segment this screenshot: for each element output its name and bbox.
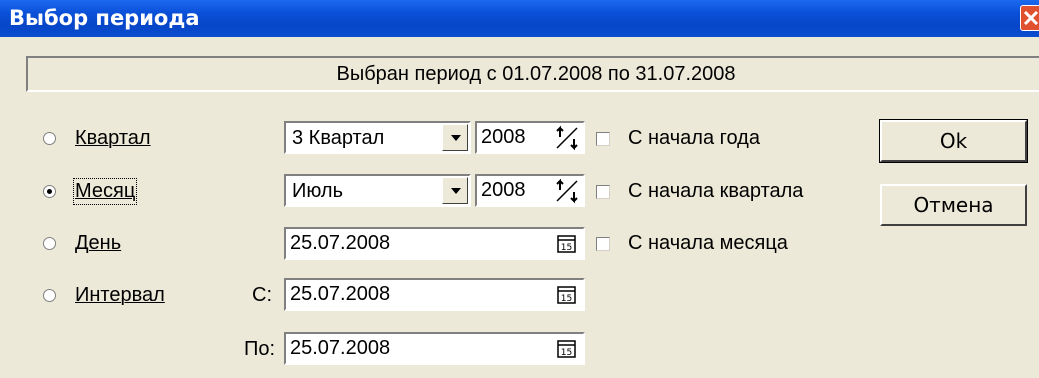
day-date-value: 25.07.2008 (290, 232, 391, 254)
close-button[interactable] (1020, 5, 1039, 31)
radio-interval-label: Интервал (75, 284, 165, 306)
spin-icon[interactable] (554, 125, 580, 151)
radio-day-circle[interactable] (43, 237, 56, 250)
window-title: Выбор периода (9, 6, 200, 30)
svg-text:15: 15 (561, 243, 572, 253)
chevron-down-icon (451, 188, 461, 194)
close-icon (1023, 11, 1039, 25)
radio-quarter-circle[interactable] (43, 132, 56, 145)
radio-day-label: День (75, 232, 122, 254)
month-year-value: 2008 (481, 179, 526, 201)
svg-text:15: 15 (561, 348, 572, 358)
quarter-year-value: 2008 (481, 126, 526, 148)
radio-month-circle[interactable] (43, 185, 56, 198)
calendar-icon[interactable]: 15 (557, 339, 577, 359)
radio-interval-circle[interactable] (43, 289, 56, 302)
svg-text:15: 15 (561, 294, 572, 304)
checkbox-from-year-start[interactable] (596, 132, 610, 146)
interval-to-field[interactable]: 25.07.2008 15 (284, 332, 585, 365)
interval-from-value: 25.07.2008 (290, 283, 391, 305)
checkbox-from-quarter-start[interactable] (596, 185, 610, 199)
month-dropdown-button[interactable] (442, 177, 468, 204)
interval-from-field[interactable]: 25.07.2008 15 (284, 278, 585, 311)
spin-icon[interactable] (554, 178, 580, 204)
chevron-down-icon (451, 135, 461, 141)
checkbox-from-quarter-start-label: С начала квартала (628, 180, 804, 202)
ok-button[interactable]: Ok (879, 119, 1028, 163)
checkbox-from-month-start[interactable] (596, 237, 610, 251)
quarter-select-value: 3 Квартал (292, 127, 385, 149)
title-bar: Выбор периода (0, 0, 1039, 37)
radio-quarter-label: Квартал (75, 127, 151, 149)
calendar-icon[interactable]: 15 (557, 234, 577, 254)
day-date-field[interactable]: 25.07.2008 15 (284, 227, 585, 260)
interval-to-label: По: (244, 338, 276, 360)
interval-to-value: 25.07.2008 (290, 337, 391, 359)
checkbox-from-year-start-label: С начала года (628, 127, 760, 149)
month-select[interactable]: Июль (284, 174, 471, 207)
quarter-select[interactable]: 3 Квартал (284, 121, 471, 154)
month-select-value: Июль (292, 180, 344, 202)
quarter-year-spinner[interactable]: 2008 (475, 121, 585, 154)
cancel-button[interactable]: Отмена (880, 184, 1027, 226)
selected-period-display: Выбран период с 01.07.2008 по 31.07.2008 (26, 56, 1039, 92)
calendar-icon[interactable]: 15 (557, 285, 577, 305)
checkbox-from-month-start-label: С начала месяца (628, 232, 788, 254)
month-year-spinner[interactable]: 2008 (475, 174, 585, 207)
interval-from-label: С: (252, 284, 272, 306)
radio-month-label: Месяц (72, 178, 138, 205)
quarter-dropdown-button[interactable] (442, 124, 468, 151)
